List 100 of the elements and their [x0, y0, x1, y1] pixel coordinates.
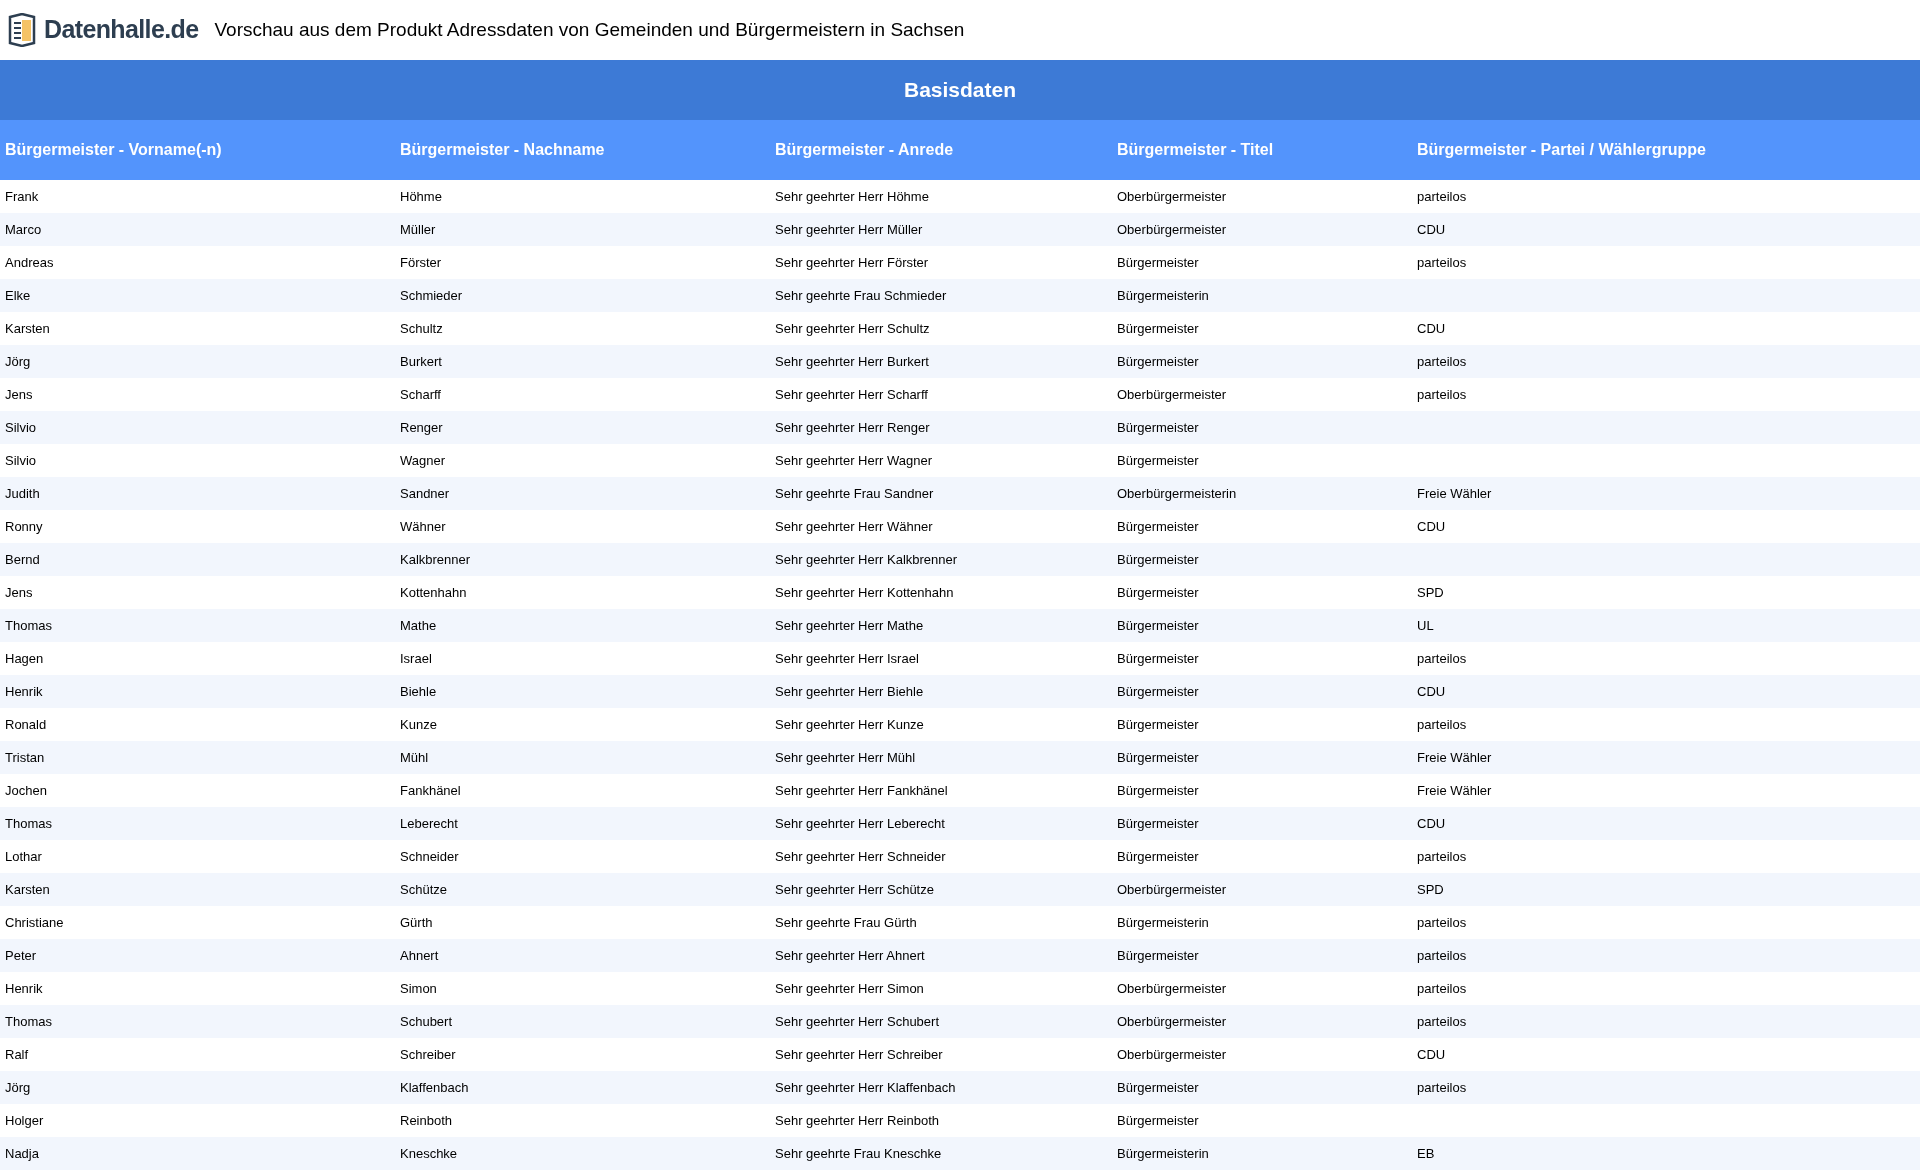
logo-text[interactable]: Datenhalle.de — [44, 11, 199, 49]
table-cell: Sehr geehrter Herr Reinboth — [775, 1112, 940, 1128]
table-cell: CDU — [1417, 815, 1446, 831]
table-cell: Sehr geehrte Frau Schmieder — [775, 287, 947, 303]
table-cell: Oberbürgermeister — [1117, 1013, 1227, 1029]
table-cell: Oberbürgermeister — [1117, 980, 1227, 996]
table-cell: Israel — [400, 650, 432, 666]
table-cell: Christiane — [5, 914, 64, 930]
table-cell: Ralf — [5, 1046, 29, 1062]
table-cell: Ronald — [5, 716, 47, 732]
table-cell: Sehr geehrter Herr Schütze — [775, 881, 934, 897]
table-cell: Jörg — [5, 353, 31, 369]
table-cell: Scharff — [400, 386, 441, 402]
table-cell: UL — [1417, 617, 1434, 633]
table-cell: Kunze — [400, 716, 437, 732]
table-cell: SPD — [1417, 584, 1444, 600]
table-cell: Ahnert — [400, 947, 439, 963]
table-cell: Müller — [400, 221, 436, 237]
table-cell: Sehr geehrter Herr Mühl — [775, 749, 916, 765]
table-cell: Freie Wähler — [1417, 749, 1492, 765]
table-cell: Sehr geehrter Herr Schultz — [775, 320, 930, 336]
column-header: Bürgermeister - Titel — [1116, 140, 1275, 160]
table-cell: CDU — [1417, 221, 1446, 237]
table-cell: Sehr geehrte Frau Kneschke — [775, 1145, 942, 1161]
table-cell: Bürgermeister — [1117, 683, 1199, 699]
table-cell: Oberbürgermeister — [1117, 386, 1227, 402]
table-cell: Sehr geehrter Herr Kalkbrenner — [775, 551, 958, 567]
table-cell: Tristan — [5, 749, 45, 765]
table-cell: Schultz — [400, 320, 443, 336]
table-cell: Fankhänel — [400, 782, 461, 798]
table-cell: Sehr geehrter Herr Simon — [775, 980, 924, 996]
table-cell: Schütze — [400, 881, 447, 897]
table-cell: Bürgermeister — [1117, 650, 1199, 666]
table-cell: Sehr geehrte Frau Sandner — [775, 485, 934, 501]
table-cell: Judith — [5, 485, 40, 501]
table-cell: parteilos — [1417, 650, 1467, 666]
table-cell: Bürgermeister — [1117, 419, 1199, 435]
table-cell: Sehr geehrter Herr Klaffenbach — [775, 1079, 956, 1095]
table-cell: Bürgermeister — [1117, 518, 1199, 534]
table-cell: parteilos — [1417, 1079, 1467, 1095]
table-cell: Biehle — [400, 683, 437, 699]
page-title: Vorschau aus dem Produkt Adressdaten von Gemeinden und Bürgermeistern in Sachsen — [214, 17, 965, 42]
table-cell: Bürgermeisterin — [1117, 287, 1209, 303]
table-cell: Henrik — [5, 980, 43, 996]
table-cell: Hagen — [5, 650, 44, 666]
table-cell: Bürgermeister — [1117, 551, 1199, 567]
table-cell: Bürgermeisterin — [1117, 914, 1209, 930]
table-cell: Silvio — [5, 452, 37, 468]
table-cell: parteilos — [1417, 980, 1467, 996]
table-cell: Bürgermeister — [1117, 815, 1199, 831]
table-cell: Gürth — [400, 914, 433, 930]
table-cell: Oberbürgermeisterin — [1117, 485, 1237, 501]
table-cell: parteilos — [1417, 254, 1467, 270]
table-cell: Holger — [5, 1112, 44, 1128]
table-cell: Kalkbrenner — [400, 551, 471, 567]
table-cell: Sehr geehrter Herr Burkert — [775, 353, 929, 369]
table-cell: Sehr geehrte Frau Gürth — [775, 914, 917, 930]
table-cell: Henrik — [5, 683, 43, 699]
table-cell: Karsten — [5, 320, 50, 336]
logo-icon — [6, 13, 38, 47]
table-cell: Bürgermeister — [1117, 452, 1199, 468]
table-cell: Marco — [5, 221, 42, 237]
table-cell: Mathe — [400, 617, 437, 633]
table-cell: Sehr geehrter Herr Renger — [775, 419, 930, 435]
table-cell: Sehr geehrter Herr Wähner — [775, 518, 933, 534]
table-cell: Schreiber — [400, 1046, 456, 1062]
column-header: Bürgermeister - Vorname(-n) — [4, 140, 223, 160]
table-cell: Bürgermeister — [1117, 617, 1199, 633]
table-cell: Sehr geehrter Herr Mathe — [775, 617, 924, 633]
table-cell: Simon — [400, 980, 437, 996]
table-cell: Jochen — [5, 782, 47, 798]
table-cell: Sandner — [400, 485, 450, 501]
table-cell: Reinboth — [400, 1112, 453, 1128]
table-cell: Schneider — [400, 848, 459, 864]
table-cell: Oberbürgermeister — [1117, 188, 1227, 204]
table-cell: Sehr geehrter Herr Wagner — [775, 452, 933, 468]
table-cell: Lothar — [5, 848, 42, 864]
table-cell: parteilos — [1417, 848, 1467, 864]
table-cell: SPD — [1417, 881, 1444, 897]
table-cell: Renger — [400, 419, 443, 435]
table-cell: Elke — [5, 287, 31, 303]
table-cell: Bürgermeisterin — [1117, 1145, 1209, 1161]
table-cell: Bürgermeister — [1117, 254, 1199, 270]
table-cell: Peter — [5, 947, 37, 963]
table-cell: Kneschke — [400, 1145, 458, 1161]
table-cell: Wähner — [400, 518, 446, 534]
table-cell: Bürgermeister — [1117, 848, 1199, 864]
column-header: Bürgermeister - Nachname — [399, 140, 606, 160]
table-cell: Sehr geehrter Herr Fankhänel — [775, 782, 948, 798]
table-cell: Leberecht — [400, 815, 458, 831]
table-cell: parteilos — [1417, 1013, 1467, 1029]
table-cell: Silvio — [5, 419, 37, 435]
table-cell: Jens — [5, 386, 33, 402]
table-cell: Sehr geehrter Herr Schubert — [775, 1013, 940, 1029]
table-cell: Sehr geehrter Herr Leberecht — [775, 815, 945, 831]
table-cell: Höhme — [400, 188, 442, 204]
group-heading: Basisdaten — [0, 60, 1920, 120]
table-cell: Mühl — [400, 749, 429, 765]
table-cell: parteilos — [1417, 914, 1467, 930]
table-cell: parteilos — [1417, 716, 1467, 732]
